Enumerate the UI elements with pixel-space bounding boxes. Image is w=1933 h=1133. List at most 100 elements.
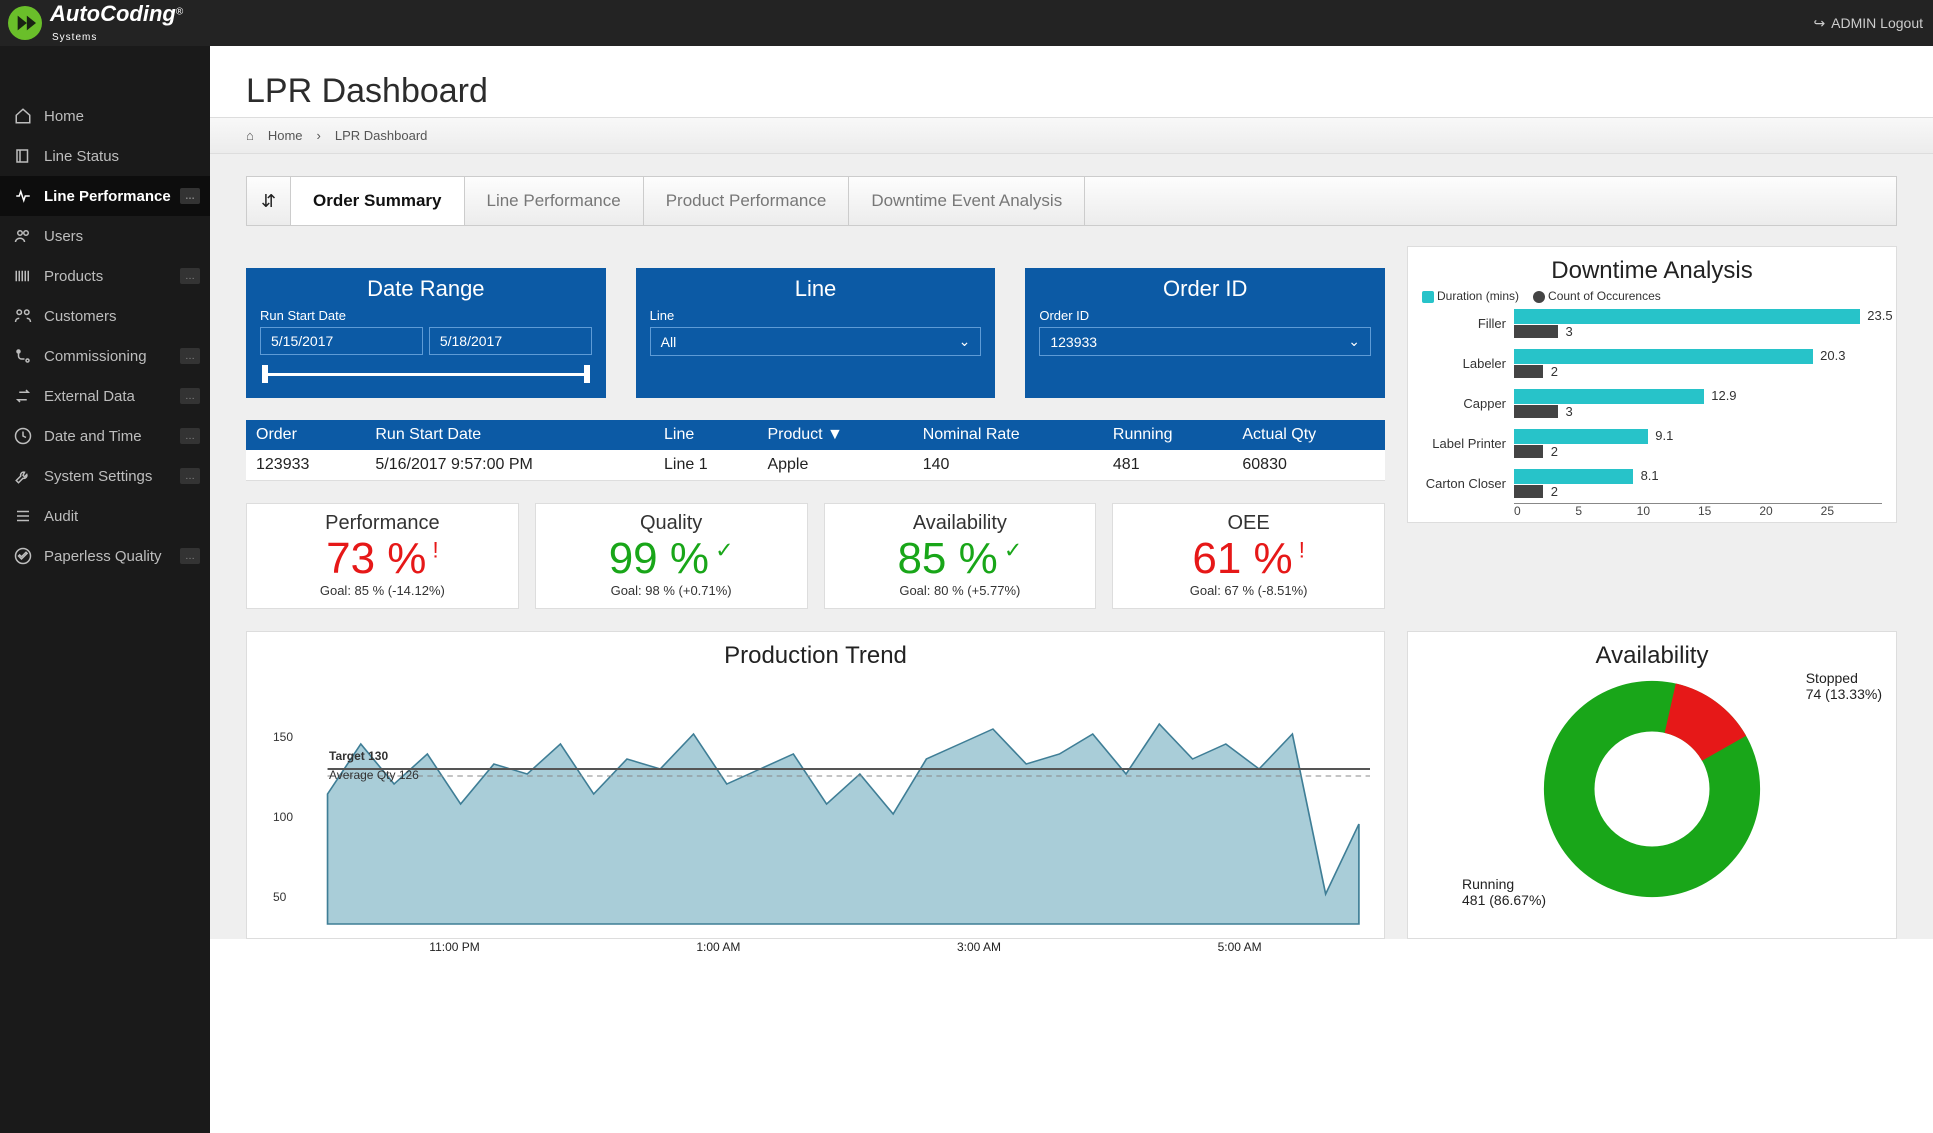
duration-bar[interactable] [1514,349,1813,364]
filter-order-label: Order ID [1039,308,1371,323]
check-icon [14,547,32,565]
date-slider[interactable] [262,373,590,376]
filter-line-label: Line [650,308,982,323]
downtime-panel: Downtime Analysis Duration (mins) Count … [1407,246,1897,523]
col-actual-qty[interactable]: Actual Qty [1232,420,1385,450]
duration-bar[interactable] [1514,309,1860,324]
tab-line-performance[interactable]: Line Performance [465,177,644,225]
submenu-dots-icon[interactable]: … [180,348,200,364]
line-select[interactable]: All ⌄ [650,327,982,356]
order-table: OrderRun Start DateLineProduct ▼Nominal … [246,420,1385,481]
filter-line: Line Line All ⌄ [636,268,996,398]
sidebar-item-customers[interactable]: Customers [0,296,210,336]
home-icon: ⌂ [246,128,254,143]
bar-category: Label Printer [1422,436,1514,451]
kpi-value: 99 % ✓ [540,535,803,583]
filter-order-title: Order ID [1039,276,1371,302]
sidebar-item-system-settings[interactable]: System Settings … [0,456,210,496]
submenu-dots-icon[interactable]: … [180,548,200,564]
duration-value: 8.1 [1641,468,1659,483]
home-icon [14,107,32,125]
sidebar-item-label: Line Status [44,148,119,165]
trend-chart[interactable]: 150 100 50 Target 130 Average Qty 126 11… [261,674,1370,934]
kpi-label: Quality [540,512,803,535]
col-nominal-rate[interactable]: Nominal Rate [913,420,1103,450]
transfer-icon [14,387,32,405]
avg-label: Average Qty 126 [329,768,419,782]
sidebar-item-home[interactable]: Home [0,96,210,136]
date-to-input[interactable]: 5/18/2017 [429,327,592,355]
submenu-dots-icon[interactable]: … [180,468,200,484]
col-running[interactable]: Running [1103,420,1232,450]
availability-donut[interactable] [1422,674,1882,904]
order-select[interactable]: 123933 ⌄ [1039,327,1371,356]
brand-sub: Systems [52,32,97,43]
filter-order: Order ID Order ID 123933 ⌄ [1025,268,1385,398]
running-label: Running [1462,876,1546,892]
kpi-goal: Goal: 98 % (+0.71%) [540,583,803,598]
sidebar-item-label: System Settings [44,468,152,485]
sidebar-item-line-status[interactable]: Line Status [0,136,210,176]
duration-bar[interactable] [1514,469,1633,484]
chevron-down-icon: ⌄ [959,333,971,350]
crumb-home[interactable]: Home [268,128,303,143]
logout-button[interactable]: ↪ ADMIN Logout [1813,15,1923,32]
count-bar[interactable] [1514,485,1543,498]
kpi-label: OEE [1117,512,1380,535]
count-bar[interactable] [1514,365,1543,378]
count-bar[interactable] [1514,325,1558,338]
book-icon [14,147,32,165]
sidebar-item-label: Customers [44,308,117,325]
sidebar-item-line-performance[interactable]: Line Performance… [0,176,210,216]
barcode-icon [14,267,32,285]
sidebar-item-paperless-quality[interactable]: Paperless Quality… [0,536,210,576]
table-row[interactable]: 1239335/16/2017 9:57:00 PMLine 1Apple140… [246,450,1385,481]
brand-logo: AutoCoding® Systems [0,1,183,45]
count-bar[interactable] [1514,445,1543,458]
sidebar-item-label: External Data [44,388,135,405]
bar-row: Carton Closer8.12 [1422,463,1882,503]
kpi-value: 85 % ✓ [829,535,1092,583]
sort-icon[interactable]: ⇵ [247,177,291,225]
sidebar-item-external-data[interactable]: External Data … [0,376,210,416]
submenu-dots-icon[interactable]: … [180,428,200,444]
tab-downtime-event[interactable]: Downtime Event Analysis [849,177,1085,225]
sidebar-item-audit[interactable]: Audit [0,496,210,536]
sidebar-item-commissioning[interactable]: Commissioning … [0,336,210,376]
xtick: 5:00 AM [1218,940,1262,954]
count-value: 3 [1566,324,1573,339]
tab-product-performance[interactable]: Product Performance [644,177,850,225]
duration-bar[interactable] [1514,429,1648,444]
downtime-title: Downtime Analysis [1422,257,1882,285]
axis-tick: 5 [1575,504,1636,518]
duration-value: 20.3 [1820,348,1845,363]
count-value: 3 [1566,404,1573,419]
pulse-icon [14,187,32,205]
submenu-dots-icon[interactable]: … [180,188,200,204]
tab-bar: ⇵ Order Summary Line Performance Product… [246,176,1897,226]
duration-bar[interactable] [1514,389,1704,404]
tab-order-summary[interactable]: Order Summary [291,177,465,225]
sidebar-item-label: Commissioning [44,348,147,365]
sidebar-item-users[interactable]: Users [0,216,210,256]
col-run-start-date[interactable]: Run Start Date [365,420,654,450]
submenu-dots-icon[interactable]: … [180,388,200,404]
sidebar-item-products[interactable]: Products … [0,256,210,296]
logout-icon: ↪ [1813,15,1825,32]
date-from-input[interactable]: 5/15/2017 [260,327,423,355]
cell: Line 1 [654,450,757,481]
sidebar-item-date-and-time[interactable]: Date and Time… [0,416,210,456]
submenu-dots-icon[interactable]: … [180,268,200,284]
list-icon [14,507,32,525]
kpi-performance: Performance73 % !Goal: 85 % (-14.12%) [246,503,519,609]
col-line[interactable]: Line [654,420,757,450]
count-bar[interactable] [1514,405,1558,418]
ytick: 50 [273,890,286,904]
col-order[interactable]: Order [246,420,365,450]
trend-title: Production Trend [261,642,1370,670]
availability-panel: Availability Stopped 74 (13.33%) [1407,631,1897,939]
col-product[interactable]: Product ▼ [757,420,912,450]
ytick: 150 [273,730,293,744]
downtime-legend: Duration (mins) Count of Occurences [1422,289,1882,303]
sidebar-item-label: Products [44,268,103,285]
